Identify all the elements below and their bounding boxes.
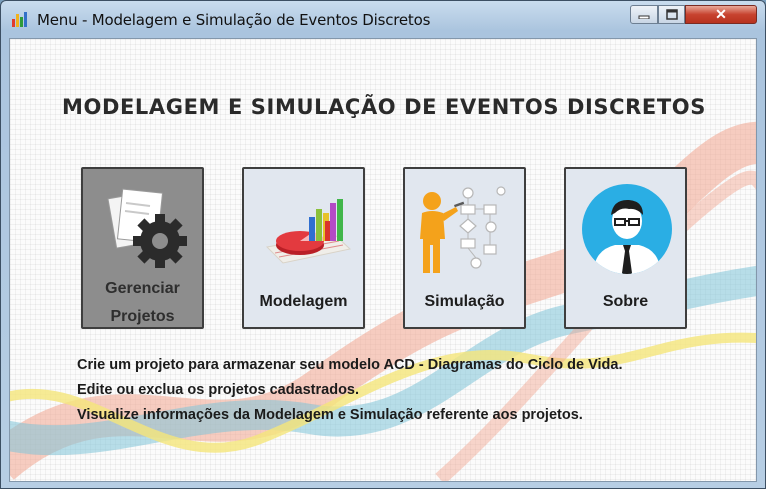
window-title: Menu - Modelagem e Simulação de Eventos …	[37, 11, 431, 29]
person-flowchart-icon	[420, 186, 506, 273]
chart-app-icon	[12, 12, 27, 27]
simulation-button[interactable]: Simulação	[403, 167, 526, 329]
close-icon: ✕	[715, 6, 727, 22]
about-label: Sobre	[602, 293, 649, 310]
close-button[interactable]: ✕	[685, 5, 757, 24]
title-bar[interactable]: Menu - Modelagem e Simulação de Eventos …	[1, 1, 765, 37]
info-line-view: Visualize informações da Modelagem e Sim…	[77, 407, 583, 423]
about-button[interactable]: Sobre	[564, 167, 687, 329]
user-avatar-icon	[582, 184, 672, 274]
maximize-button[interactable]	[658, 5, 685, 24]
simulation-label: Simulação	[424, 293, 505, 310]
maximize-icon	[665, 9, 678, 20]
minimize-button[interactable]	[630, 5, 658, 24]
manage-projects-button[interactable]: Gerenciar Projetos	[81, 167, 204, 329]
gear-document-icon	[107, 188, 187, 268]
manage-projects-label: Gerenciar Projetos	[83, 275, 202, 331]
manage-projects-label-line1: Gerenciar	[105, 280, 180, 297]
modeling-label: Modelagem	[259, 293, 348, 310]
minimize-icon	[638, 15, 650, 19]
modeling-button[interactable]: Modelagem	[242, 167, 365, 329]
info-line-edit: Edite ou exclua os projetos cadastrados.	[77, 382, 360, 398]
info-text: Crie um projeto para armazenar seu model…	[77, 353, 623, 428]
manage-projects-label-line2: Projetos	[110, 308, 175, 325]
app-window: Menu - Modelagem e Simulação de Eventos …	[0, 0, 766, 489]
bar-pie-chart-icon	[265, 199, 352, 264]
info-line-create: Crie um projeto para armazenar seu model…	[77, 357, 623, 373]
main-panel: MODELAGEM E SIMULAÇÃO DE EVENTOS DISCRET…	[9, 38, 757, 482]
page-title: MODELAGEM E SIMULAÇÃO DE EVENTOS DISCRET…	[62, 95, 706, 119]
